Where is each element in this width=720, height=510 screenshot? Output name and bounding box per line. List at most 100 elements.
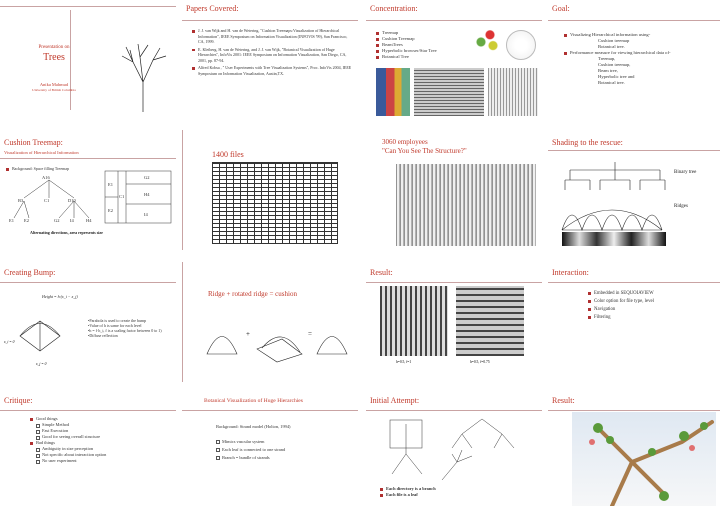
slide-initial-attempt[interactable]: Initial Attempt: Each directory is a bra…: [366, 390, 542, 510]
attempt-list: Each directory is a branch Each file is …: [380, 486, 500, 498]
slide-shading[interactable]: Shading to the rescue: Binary tree Ridge…: [548, 130, 720, 250]
result-image-1: [380, 286, 448, 356]
slide-heading: Critique:: [4, 396, 33, 405]
botanical-list: Mimics vascular system Each leaf is conn…: [216, 438, 346, 462]
cell-label: E2: [108, 208, 113, 213]
slide-heading: Cushion Treemap:: [4, 138, 63, 147]
botanical-tree-thumbnail: [472, 24, 502, 60]
slide-title-text: Trees: [43, 52, 65, 63]
cell-label: H4: [144, 192, 150, 197]
divider: [182, 130, 183, 250]
slide-botanical[interactable]: Botanical Visualization of Huge Hierarch…: [182, 390, 358, 510]
diagram-caption: Alternating directions, area represents …: [30, 230, 103, 235]
shading-gradient: [562, 232, 666, 246]
divider: [0, 158, 176, 159]
node-label: H4: [86, 218, 92, 223]
slide-result-cushion[interactable]: Result: h=0.5, f=1 h=0.5, f=0.75: [366, 262, 542, 382]
node-label: C1: [44, 198, 49, 203]
node-label: B3: [18, 198, 24, 203]
cell-label: G2: [144, 175, 150, 180]
height-formula: Height = h·(x_i − x_j): [42, 294, 78, 299]
list-subitem: No user experiment: [30, 458, 170, 464]
divider: [548, 410, 720, 411]
slide-heading: Result:: [552, 396, 575, 405]
cell-label: C1: [119, 194, 124, 199]
node-label: A16: [42, 175, 50, 180]
label-xj: x_j = 0: [36, 362, 47, 366]
slide-interaction[interactable]: Interaction: Embedded in SEQUOIAVIEW Col…: [548, 262, 720, 382]
list-item: Color option for file type, level: [588, 298, 718, 306]
papers-list: J. J. van Wijk and H. van de Wetering, "…: [192, 28, 352, 76]
slide-goal[interactable]: Goal: Visualizing Hierarchical informati…: [548, 0, 720, 120]
slide-heading: Creating Bump:: [4, 268, 56, 277]
divider: [182, 20, 358, 21]
hyperbolic-tree-thumbnail: [506, 30, 536, 60]
bullet-list: Background: Space filling Treemap: [6, 166, 86, 172]
point-line: •Diffuse reflection: [88, 333, 118, 338]
binary-tree-label: Binary tree: [674, 170, 697, 175]
divider: [0, 6, 176, 7]
bump-diagram: [19, 320, 61, 352]
list-item: Each file is a leaf: [380, 492, 500, 498]
presentation-label: Presentation on: [38, 45, 70, 50]
list-item: Visualizing Hierarchical information usi…: [564, 32, 714, 38]
slide-ridge-cushion[interactable]: Ridge + rotated ridge = cushion + =: [182, 262, 358, 382]
slide-subtitle: Visualization of Hierarchical Informatio…: [4, 150, 79, 155]
paper-item: Alfred Kobsa , " User Experiments with T…: [192, 65, 352, 76]
node-label: G2: [54, 218, 60, 223]
result-caption-1: h=0.5, f=1: [396, 360, 412, 364]
list-item: Embedded in SEQUOIAVIEW: [588, 290, 718, 298]
author-name: Anika Mahmud: [39, 82, 69, 87]
list-item: Performance measure for viewing hierarch…: [564, 50, 714, 56]
treemap-diagram: E1E2 C1 G2H4I4: [104, 170, 172, 224]
employees-line: 3060 employees: [382, 138, 428, 146]
node-label: E1: [9, 218, 14, 223]
slide-papers[interactable]: Papers Covered: J. J. van Wijk and H. va…: [182, 0, 358, 120]
tree-illustration: [121, 43, 167, 112]
list-subitem: Botanical tree.: [598, 80, 625, 85]
slide-cushion-treemap[interactable]: Cushion Treemap: Visualization of Hierar…: [0, 130, 176, 250]
divider: [366, 282, 542, 283]
treemap-thumbnail: [376, 68, 410, 116]
botanical-result-image: [572, 412, 716, 506]
slide-concentration[interactable]: Concentration: Treemap Cushion Treemap B…: [366, 0, 542, 120]
node-label: D10: [68, 198, 76, 203]
critique-list: Good things Simple Method Fast Execution…: [30, 416, 170, 464]
slide-heading: Initial Attempt:: [370, 396, 420, 405]
list-item: Mimics vascular system: [216, 438, 346, 446]
slide-3060-employees[interactable]: 3060 employees "Can You See The Structur…: [366, 130, 542, 250]
divider: [0, 410, 176, 411]
files-label: 1400 files: [212, 150, 244, 159]
author-university: University of British Columbia: [32, 88, 76, 92]
paper-item: J. J. van Wijk and H. van de Wetering, "…: [192, 28, 352, 45]
goal-list: Visualizing Hierarchical information usi…: [564, 32, 714, 86]
tree-diagram: A16 B3 C1 D10 E1 E2 G2 I4 H4: [9, 175, 92, 223]
interaction-list: Embedded in SEQUOIAVIEW Color option for…: [588, 290, 718, 322]
list-item: Each leaf is connected to one strand: [216, 446, 346, 454]
slide-critique[interactable]: Critique: Good things Simple Method Fast…: [0, 390, 176, 510]
divider: [548, 282, 720, 283]
equals-sign: =: [308, 330, 312, 338]
beamtree-thumbnail: [488, 68, 538, 116]
cushion-image: [396, 164, 536, 246]
slide-heading: Papers Covered:: [186, 4, 239, 13]
slide-heading: Result:: [370, 268, 393, 277]
slide-creating-bump[interactable]: Creating Bump: Height = h·(x_i − x_j) x_…: [0, 262, 176, 382]
result-caption-2: h=0.5, f=0.75: [470, 360, 490, 364]
slide-heading: Interaction:: [552, 268, 589, 277]
slide-title[interactable]: Presentation on Trees Anika Mahmud Unive…: [0, 0, 176, 120]
divider: [0, 282, 176, 283]
divider: [366, 410, 542, 411]
node-label: I4: [70, 218, 74, 223]
divider: [182, 262, 183, 382]
ridge-illustration: [206, 336, 348, 363]
divider: [366, 20, 542, 21]
cushion-treemap-thumbnail: [414, 68, 484, 116]
slide-result-botanical[interactable]: Result:: [548, 390, 720, 510]
slide-1400-files[interactable]: 1400 files: [182, 130, 358, 250]
list-item: Background: Space filling Treemap: [6, 166, 86, 172]
node-label: E2: [24, 218, 29, 223]
divider: [548, 150, 720, 151]
cell-label: E1: [108, 182, 113, 187]
strand-background: Background: Strand model (Holton, 1994): [216, 424, 291, 429]
